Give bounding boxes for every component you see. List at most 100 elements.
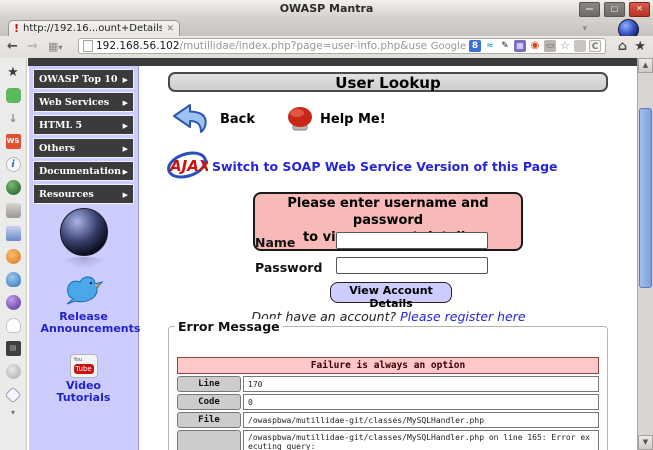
- sidebar-item-html5[interactable]: HTML 5 ▶: [33, 115, 134, 135]
- back-nav-icon[interactable]: ←: [7, 39, 18, 54]
- release-announcements-link[interactable]: Release Announcements: [41, 311, 127, 334]
- menu-label: Others: [39, 143, 75, 154]
- error-row-value: /owaspbwa/mutillidae-git/classes/MySQLHa…: [243, 430, 599, 450]
- submenu-arrow-icon: ▶: [123, 75, 128, 84]
- speed-dial-icon[interactable]: ▦▾: [48, 40, 62, 53]
- soap-version-link[interactable]: Switch to SOAP Web Service Version of th…: [212, 159, 558, 174]
- maximize-button[interactable]: ▢: [604, 2, 625, 17]
- flag-tool-icon[interactable]: [6, 226, 21, 241]
- pen-ext-icon[interactable]: ✎: [499, 40, 511, 52]
- close-button[interactable]: ✕: [629, 2, 650, 17]
- tab-strip: ! http://192.16...ount+Details ✕ ▾: [0, 18, 653, 36]
- car-tool-icon[interactable]: [6, 203, 21, 218]
- menu-label: Resources: [39, 189, 94, 200]
- password-input[interactable]: [336, 257, 488, 274]
- webservice-icon[interactable]: WS: [6, 134, 21, 149]
- submenu-arrow-icon: ▶: [123, 190, 128, 199]
- cube-tool-icon[interactable]: [5, 387, 22, 404]
- favorites-icon[interactable]: ★: [6, 65, 21, 80]
- bookmark-star-outline-icon[interactable]: ☆: [559, 40, 571, 52]
- vertical-scrollbar[interactable]: ▲ ▼: [637, 58, 653, 450]
- home-icon[interactable]: ⌂: [618, 39, 627, 54]
- delicious-ext-icon[interactable]: 8: [469, 40, 481, 52]
- youtube-you-text: You: [74, 357, 83, 363]
- grid-ext-icon[interactable]: ▦: [514, 40, 526, 52]
- register-link[interactable]: Please register here: [400, 309, 525, 324]
- purple-orb-icon[interactable]: [6, 295, 21, 310]
- video-tutorials-link[interactable]: Video Tutorials: [41, 380, 127, 403]
- reload-icon[interactable]: C: [589, 40, 601, 52]
- url-text[interactable]: 192.168.56.102/mutillidae/index.php?page…: [96, 40, 428, 52]
- svg-text:AJAX: AJAX: [169, 157, 208, 175]
- scrollbar-thumb[interactable]: [639, 108, 652, 288]
- wave-ext-icon[interactable]: ≈: [484, 40, 496, 52]
- sidebar-item-resources[interactable]: Resources ▶: [33, 184, 134, 204]
- face-tool-icon[interactable]: [6, 249, 21, 264]
- window-title: OWASP Mantra: [0, 2, 653, 15]
- menu-label: Documentation: [39, 166, 121, 177]
- info-bubble-icon[interactable]: i: [6, 157, 21, 172]
- globe-reflection: [61, 257, 107, 269]
- tab-list-chevron-icon[interactable]: ▾: [582, 24, 587, 34]
- error-row-value: 0: [243, 394, 599, 410]
- mantra-tool-strip: ★ ↓ WS i ▤ ▾: [0, 58, 27, 450]
- menu-label: HTML 5: [39, 120, 82, 131]
- error-table: Failure is always an option Line 170 Cod…: [175, 355, 601, 450]
- help-button-icon[interactable]: [286, 104, 314, 138]
- submenu-arrow-icon: ▶: [123, 98, 128, 107]
- search-engine-label: Google: [431, 41, 466, 52]
- tab-alert-icon: !: [14, 22, 19, 35]
- ajax-logo-icon: AJAX: [166, 146, 208, 188]
- error-row-value: /owaspbwa/mutillidae-git/classes/MySQLHa…: [243, 412, 599, 428]
- error-banner: Failure is always an option: [177, 357, 599, 374]
- truck-ext-icon[interactable]: ▭: [544, 40, 556, 52]
- scroll-down-icon[interactable]: ▼: [638, 435, 653, 450]
- menu-label: Web Services: [39, 97, 109, 108]
- back-arrow-icon[interactable]: [170, 102, 210, 140]
- sidebar-item-others[interactable]: Others ▶: [33, 138, 134, 158]
- seahorse-tool-icon[interactable]: [6, 272, 21, 287]
- tab-title: http://192.16...ount+Details: [23, 23, 162, 34]
- site-globe-logo: [60, 208, 108, 256]
- balloon-tool-icon[interactable]: [6, 364, 21, 379]
- submenu-arrow-icon: ▶: [123, 144, 128, 153]
- forward-nav-icon[interactable]: →: [27, 39, 38, 54]
- sidebar-item-owasp-top-10[interactable]: OWASP Top 10 ▶: [33, 69, 134, 89]
- error-row-label: [177, 430, 241, 450]
- error-message-fieldset: Error Message Failure is always an optio…: [168, 326, 608, 450]
- twitter-bird-icon[interactable]: [62, 273, 106, 309]
- square-ext-icon[interactable]: [574, 40, 586, 52]
- ghost-tool-icon[interactable]: [6, 318, 21, 333]
- scroll-up-icon[interactable]: ▲: [638, 58, 653, 73]
- table-row: Code 0: [177, 394, 599, 410]
- tab-close-icon[interactable]: ✕: [166, 24, 174, 34]
- sidebar-item-documentation[interactable]: Documentation ▶: [33, 161, 134, 181]
- keyboard-tool-icon[interactable]: ▤: [6, 341, 21, 356]
- table-row: Failure is always an option: [177, 357, 599, 374]
- site-top-band: [28, 58, 637, 66]
- back-link[interactable]: Back: [220, 112, 255, 127]
- browser-tab[interactable]: ! http://192.16...ount+Details ✕: [8, 20, 180, 36]
- caret-glyph: ▾: [58, 43, 62, 52]
- download-icon[interactable]: ↓: [6, 111, 21, 126]
- green-globe-icon[interactable]: [6, 180, 21, 195]
- help-link[interactable]: Help Me!: [320, 112, 386, 127]
- url-bar[interactable]: 192.168.56.102/mutillidae/index.php?page…: [78, 38, 606, 54]
- error-message-legend: Error Message: [175, 319, 283, 334]
- view-account-details-button[interactable]: View Account Details: [330, 282, 452, 303]
- title-bar: OWASP Mantra — ▢ ✕: [0, 0, 653, 19]
- notice-line-1: Please enter username and password: [255, 196, 521, 230]
- minimize-button[interactable]: —: [579, 2, 600, 17]
- sidebar-item-web-services[interactable]: Web Services ▶: [33, 92, 134, 112]
- bookmarks-icon[interactable]: ★: [634, 39, 646, 54]
- addon-icon[interactable]: [6, 88, 21, 103]
- youtube-icon[interactable]: You Tube: [70, 354, 98, 378]
- navigation-toolbar: ← → ▦▾ 192.168.56.102/mutillidae/index.p…: [0, 36, 653, 59]
- target-ext-icon[interactable]: ◉: [529, 40, 541, 52]
- grid-glyph: ▦: [48, 40, 58, 53]
- window-controls: — ▢ ✕: [579, 2, 650, 17]
- menu-label: OWASP Top 10: [39, 74, 118, 85]
- main-area: User Lookup Back Help Me! AJAX: [140, 66, 637, 450]
- name-input[interactable]: [336, 232, 488, 249]
- more-tools-chevron-icon[interactable]: ▾: [6, 409, 21, 417]
